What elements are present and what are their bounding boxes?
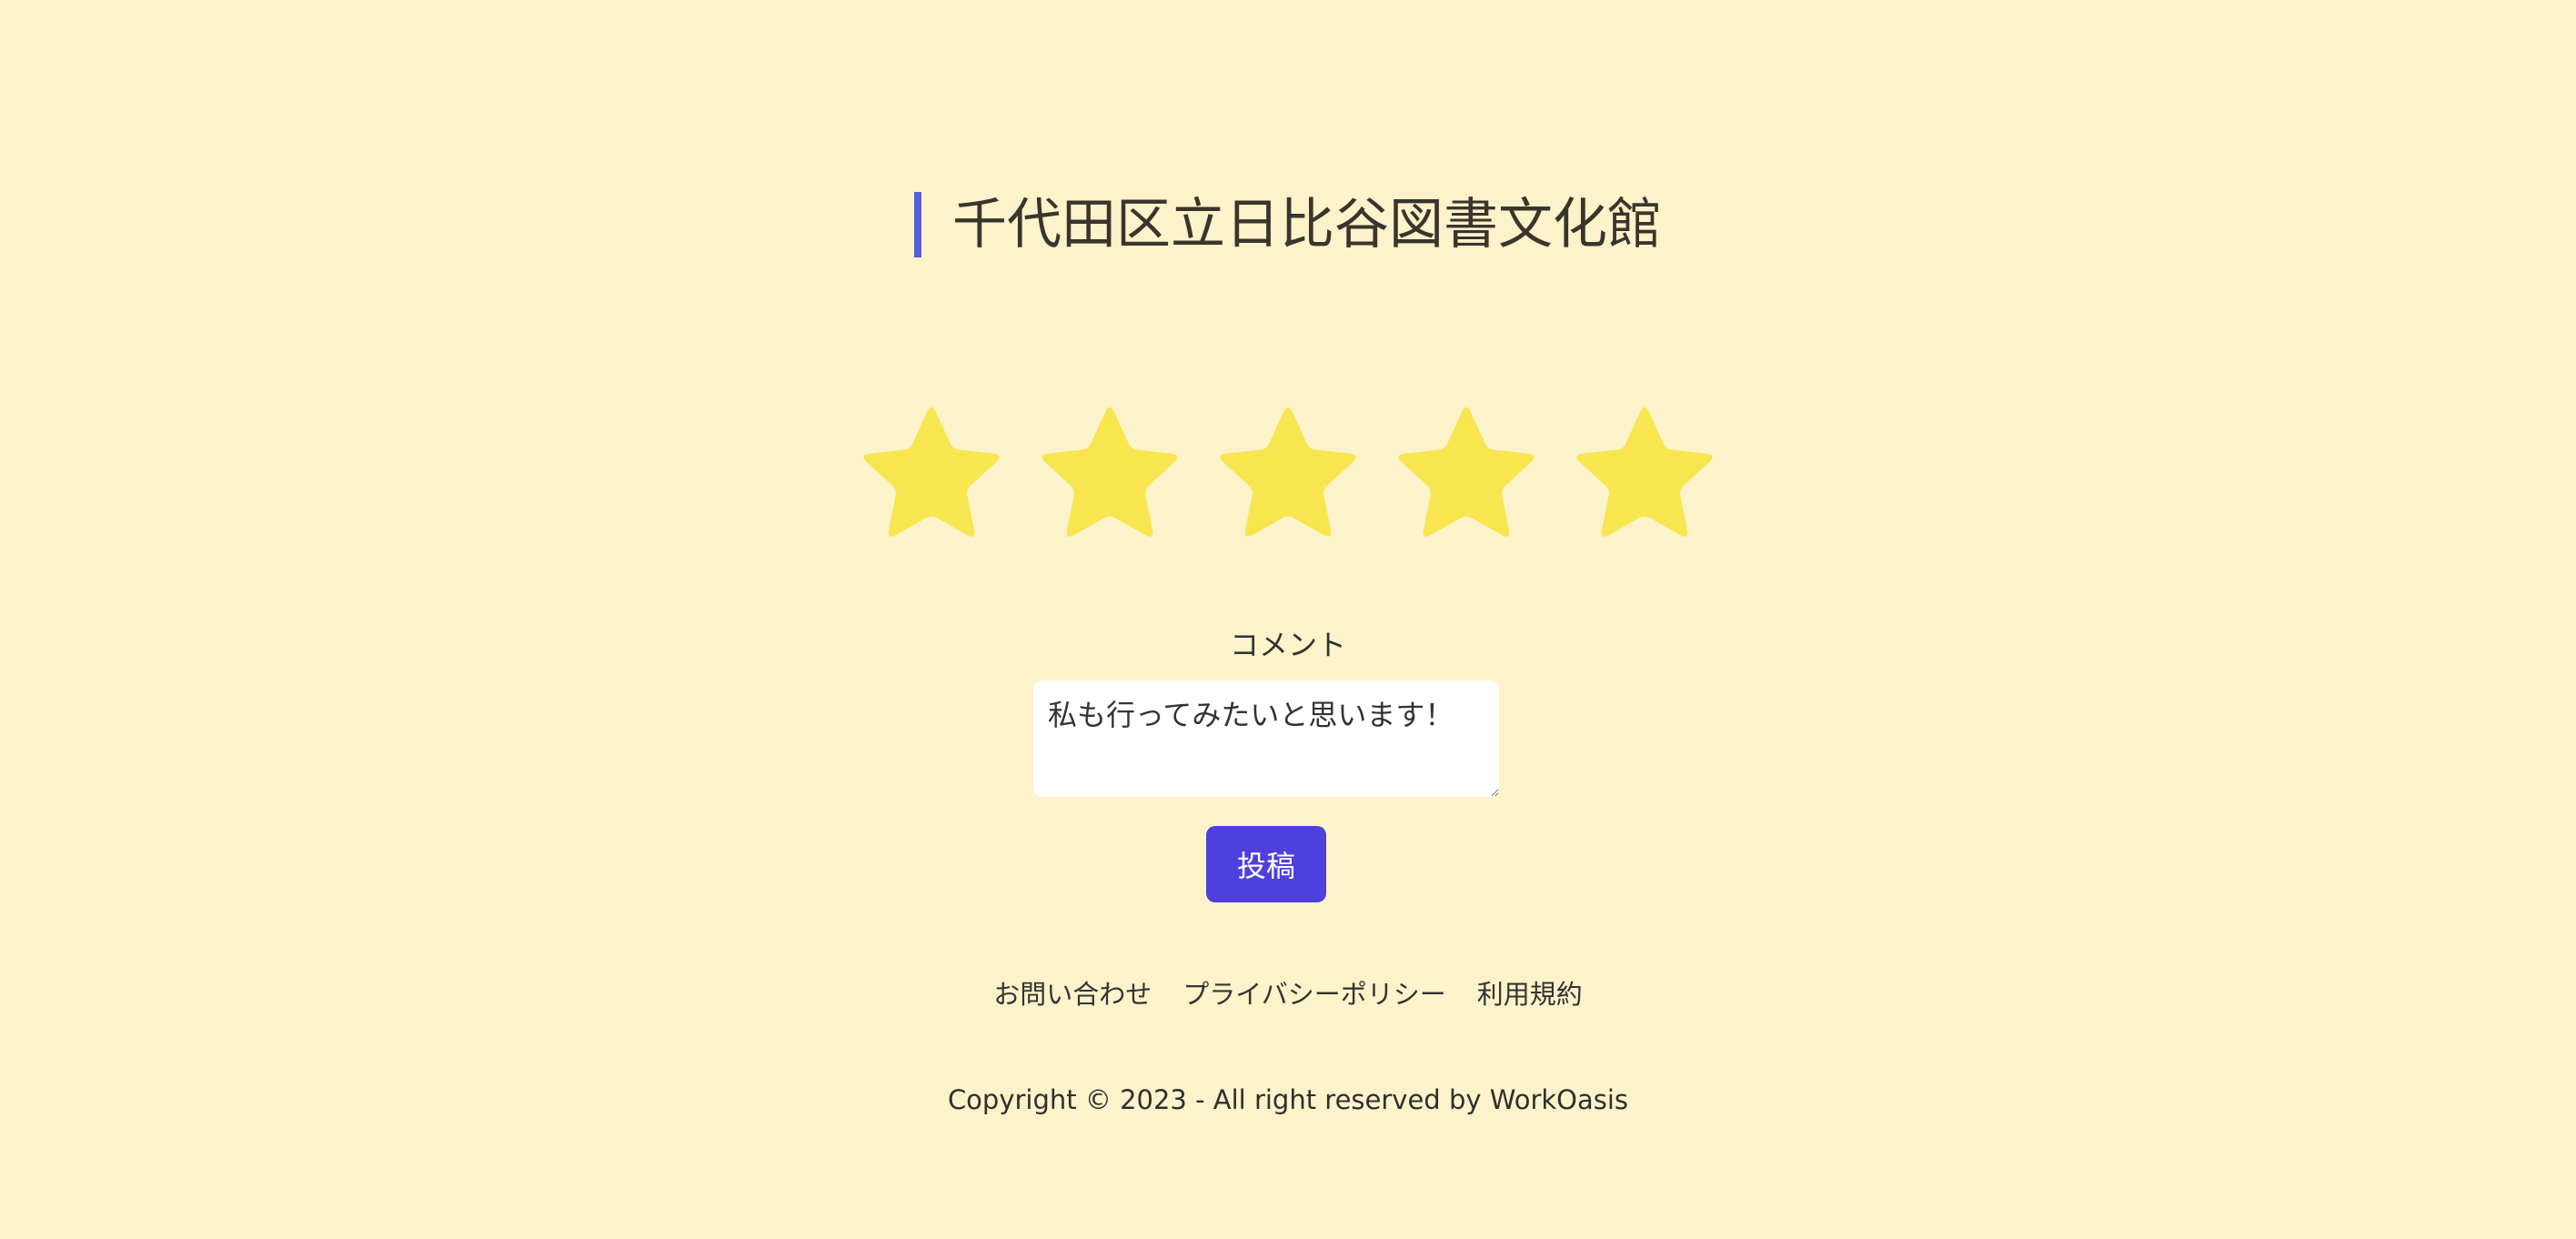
page-title-text: 千代田区立日比谷図書文化館 <box>952 193 1662 257</box>
footer-link-privacy[interactable]: プライバシーポリシー <box>1182 973 1445 1012</box>
title-accent-bar <box>914 192 921 257</box>
comment-label: コメント <box>1229 628 1346 662</box>
star-rating <box>0 400 2576 553</box>
page-title: 千代田区立日比谷図書文化館 <box>914 191 1662 258</box>
copyright-text: Copyright © 2023 - All right reserved by… <box>947 1084 1629 1115</box>
comment-textarea[interactable] <box>1033 680 1499 797</box>
footer-links: お問い合わせ プライバシーポリシー 利用規約 <box>0 973 2576 1012</box>
star-icon[interactable] <box>854 400 1009 553</box>
footer-link-contact[interactable]: お問い合わせ <box>993 973 1152 1012</box>
comment-field-wrapper <box>1033 680 1499 797</box>
header: 千代田区立日比谷図書文化館 <box>0 191 2576 258</box>
star-icon[interactable] <box>1211 400 1365 553</box>
star-icon[interactable] <box>1032 400 1187 553</box>
star-icon[interactable] <box>1389 400 1544 553</box>
post-button[interactable]: 投稿 <box>1206 826 1326 902</box>
footer-link-terms[interactable]: 利用規約 <box>1477 973 1583 1012</box>
star-icon[interactable] <box>1567 400 1722 553</box>
